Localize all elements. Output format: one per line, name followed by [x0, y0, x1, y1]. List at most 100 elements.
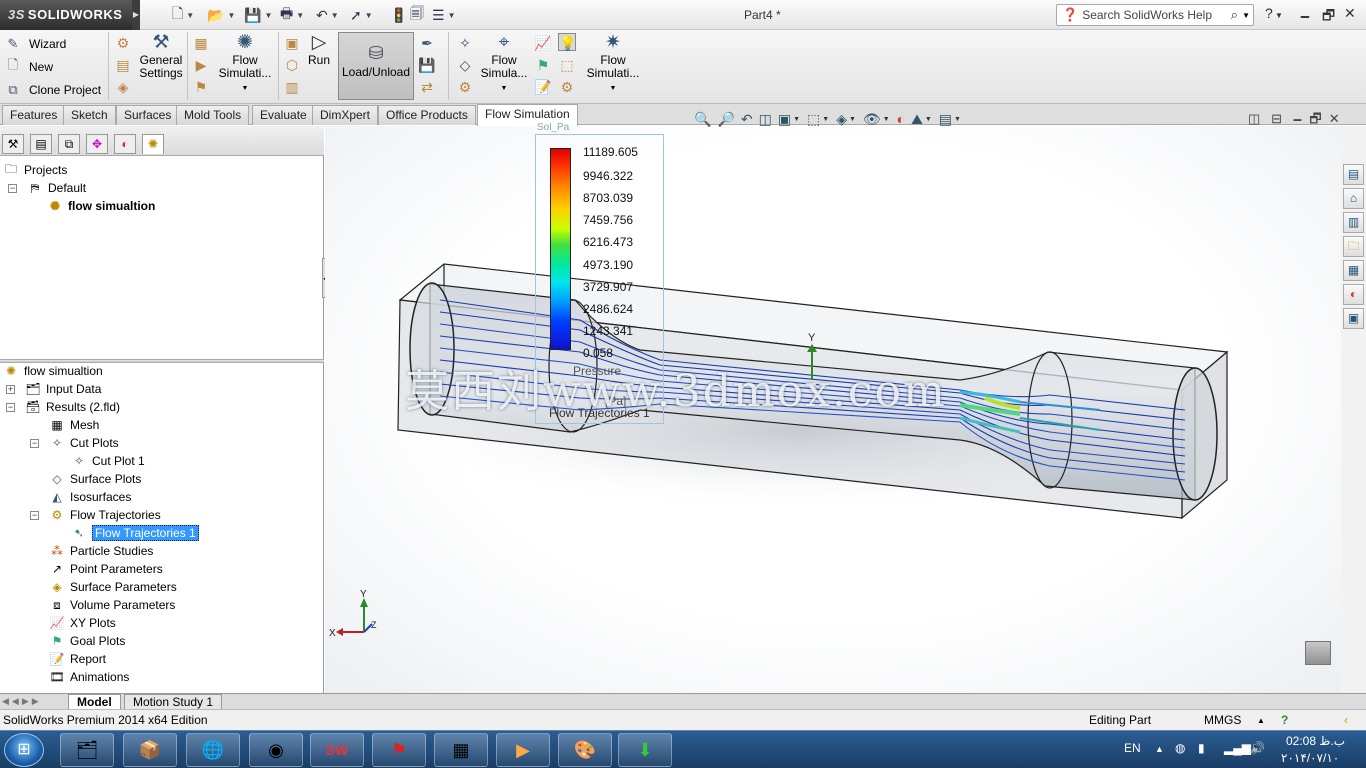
- solidworks-resources-icon[interactable]: ▤: [1343, 164, 1364, 185]
- open-icon[interactable]: 📂 ▼: [207, 5, 235, 25]
- boundary-condition-icon[interactable]: ◈: [114, 78, 132, 96]
- dimxpert-tab-icon[interactable]: ✥: [86, 134, 108, 154]
- show-hidden-icons-icon[interactable]: ▲: [1155, 744, 1164, 754]
- pdf-reader-taskbar-icon[interactable]: ⚑: [372, 733, 426, 767]
- flow-simulation-tree-button[interactable]: ✺ Flow Simulati... ▼: [216, 32, 274, 95]
- volume-icon[interactable]: 🔊: [1250, 741, 1265, 755]
- minimize-icon[interactable]: 🗕: [1300, 5, 1310, 29]
- flow-simulation-tools-button[interactable]: ✷ Flow Simulati... ▼: [584, 32, 642, 95]
- tray-device-icon[interactable]: ▮: [1198, 741, 1205, 755]
- property-manager-tab-icon[interactable]: ▤: [30, 134, 52, 154]
- clock-time[interactable]: 02:08 ب.ظ: [1286, 734, 1345, 748]
- view-settings-icon[interactable]: ⚙: [558, 78, 576, 96]
- fluid-subdomain-icon[interactable]: ▤: [114, 56, 132, 74]
- probe-icon[interactable]: ✒: [418, 34, 436, 52]
- load-unload-button[interactable]: ⛁ Load/Unload: [338, 32, 414, 100]
- tree-item-cut-plots[interactable]: ✧ Cut Plots: [48, 434, 119, 452]
- save-icon[interactable]: 💾 ▼: [244, 5, 272, 25]
- tree-item-point-parameters[interactable]: ↗ Point Parameters: [48, 560, 163, 578]
- calendar-taskbar-icon[interactable]: ▦: [434, 733, 488, 767]
- print-icon[interactable]: 🖶 ▼: [280, 5, 304, 25]
- general-settings-button[interactable]: ⚒ General Settings: [138, 32, 184, 80]
- chrome-taskbar-icon[interactable]: ◉: [249, 733, 303, 767]
- tree-item-input-data[interactable]: 🗂 Input Data: [24, 380, 101, 398]
- tree-item-volume-parameters[interactable]: ⧈ Volume Parameters: [48, 596, 175, 614]
- flow-analysis-tab-icon[interactable]: ✺: [142, 134, 164, 154]
- search-dropdown-icon[interactable]: ▼: [1242, 11, 1250, 20]
- tree-item-animations[interactable]: 🎞 Animations: [48, 668, 129, 686]
- tab-scroll-arrows-icon[interactable]: ◀◀▶▶: [2, 696, 42, 707]
- solidworks-taskbar-icon[interactable]: SW: [310, 733, 364, 767]
- goals-icon[interactable]: ▶: [192, 56, 210, 74]
- custom-properties-icon[interactable]: ▣: [1343, 308, 1364, 329]
- tab-surfaces[interactable]: Surfaces: [116, 105, 180, 125]
- projects-root[interactable]: 🗀 Projects: [2, 161, 67, 179]
- globe-taskbar-icon[interactable]: 🌐: [186, 733, 240, 767]
- viewport-restore-icon[interactable]: 🗗: [1309, 111, 1321, 126]
- isosurface-icon[interactable]: ⚙: [456, 78, 474, 96]
- language-indicator[interactable]: EN: [1124, 741, 1141, 755]
- view-settings-icon[interactable]: ▤: [939, 111, 952, 128]
- collapse-toggle-icon[interactable]: −: [30, 511, 39, 520]
- previous-view-icon[interactable]: ↶: [741, 111, 753, 128]
- zoom-to-fit-icon[interactable]: 🔍: [694, 111, 711, 128]
- viewport-close-icon[interactable]: ✕: [1329, 111, 1340, 126]
- dynamic-annotation-icon[interactable]: ▣: [778, 111, 791, 128]
- tree-item-mesh[interactable]: ▦ Mesh: [48, 416, 99, 434]
- display-manager-tab-icon[interactable]: ◐: [114, 134, 136, 154]
- cube-icon[interactable]: ⬡: [283, 56, 301, 74]
- file-properties-icon[interactable]: 🗐: [410, 5, 427, 25]
- tab-motion-study-1[interactable]: Motion Study 1: [124, 694, 223, 710]
- tree-item-surface-plots[interactable]: ◇ Surface Plots: [48, 470, 141, 488]
- tab-dimxpert[interactable]: DimXpert: [312, 105, 379, 125]
- tab-evaluate[interactable]: Evaluate: [252, 105, 315, 125]
- tree-item-particle-studies[interactable]: ⁂ Particle Studies: [48, 542, 153, 560]
- tree-item-flow-trajectories[interactable]: ⚙ Flow Trajectories: [48, 506, 161, 524]
- restore-icon[interactable]: 🗗: [1322, 5, 1335, 29]
- section-view-icon[interactable]: ◫: [759, 111, 772, 128]
- collapse-toggle-icon[interactable]: −: [8, 184, 17, 193]
- paint-taskbar-icon[interactable]: 🎨: [558, 733, 612, 767]
- surface-plot-icon[interactable]: ◇: [456, 56, 474, 74]
- installer-taskbar-icon[interactable]: 📦: [123, 733, 177, 767]
- tree-item-xy-plots[interactable]: 📈 XY Plots: [48, 614, 116, 632]
- viewport-minimize-icon[interactable]: 🗕: [1293, 111, 1302, 126]
- home-icon[interactable]: ⌂: [1343, 188, 1364, 209]
- tree-item-isosurfaces[interactable]: ◭ Isosurfaces: [48, 488, 131, 506]
- display-style-icon[interactable]: ◈: [836, 111, 847, 128]
- close-icon[interactable]: ✕: [1344, 5, 1356, 22]
- status-arrow-icon[interactable]: ‹: [1344, 713, 1348, 727]
- help-status-icon[interactable]: ?: [1281, 713, 1288, 727]
- zoom-to-area-icon[interactable]: 🔎: [717, 111, 734, 128]
- tree-item-results[interactable]: 🗃 Results (2.fld): [24, 398, 120, 416]
- hide-show-items-icon[interactable]: 👁: [863, 111, 881, 128]
- search-icon[interactable]: ⌕: [1231, 7, 1238, 23]
- xy-plot-icon[interactable]: 📈: [534, 34, 552, 52]
- configuration-manager-tab-icon[interactable]: ⧉: [58, 134, 80, 154]
- save-results-icon[interactable]: 💾: [418, 56, 436, 74]
- edit-appearance-icon[interactable]: ◐: [897, 111, 905, 127]
- view-palette-icon[interactable]: ▦: [1343, 260, 1364, 281]
- flow-simulation-results-button[interactable]: ⌖ Flow Simula... ▼: [478, 32, 530, 95]
- tab-office-products[interactable]: Office Products: [378, 105, 476, 125]
- solidworks-logo[interactable]: 3S SOLIDWORKS: [0, 0, 132, 30]
- goal-plot-icon[interactable]: ⚑: [534, 56, 552, 74]
- network-icon[interactable]: ▂▄▆: [1224, 741, 1251, 755]
- help-menu-icon[interactable]: ? ▼: [1265, 5, 1283, 21]
- explorer-taskbar-icon[interactable]: 🗂: [60, 733, 114, 767]
- tree-item-goal-plots[interactable]: ⚑ Goal Plots: [48, 632, 126, 650]
- run-button[interactable]: ▷ Run: [304, 32, 334, 67]
- rebuild-icon[interactable]: 🚦: [390, 5, 410, 25]
- expand-toggle-icon[interactable]: +: [6, 385, 15, 394]
- new-button[interactable]: 🗋 New: [4, 55, 101, 78]
- tree-item-flow-trajectories-1[interactable]: ➷ Flow Trajectories 1: [70, 524, 199, 542]
- report-icon[interactable]: 📝: [534, 78, 552, 96]
- select-pointer-icon[interactable]: ➚ ▼: [350, 5, 373, 25]
- file-explorer-icon[interactable]: 🗀: [1343, 236, 1364, 257]
- apply-scene-icon[interactable]: ⛰: [911, 111, 923, 128]
- clock-date[interactable]: ۲۰۱۴/۰۷/۱۰: [1281, 751, 1339, 765]
- options-icon[interactable]: ☰ ▼: [432, 5, 455, 25]
- flags-icon[interactable]: ⚑: [192, 78, 210, 96]
- display-light-icon[interactable]: 💡: [558, 33, 576, 51]
- tab-mold-tools[interactable]: Mold Tools: [176, 105, 250, 125]
